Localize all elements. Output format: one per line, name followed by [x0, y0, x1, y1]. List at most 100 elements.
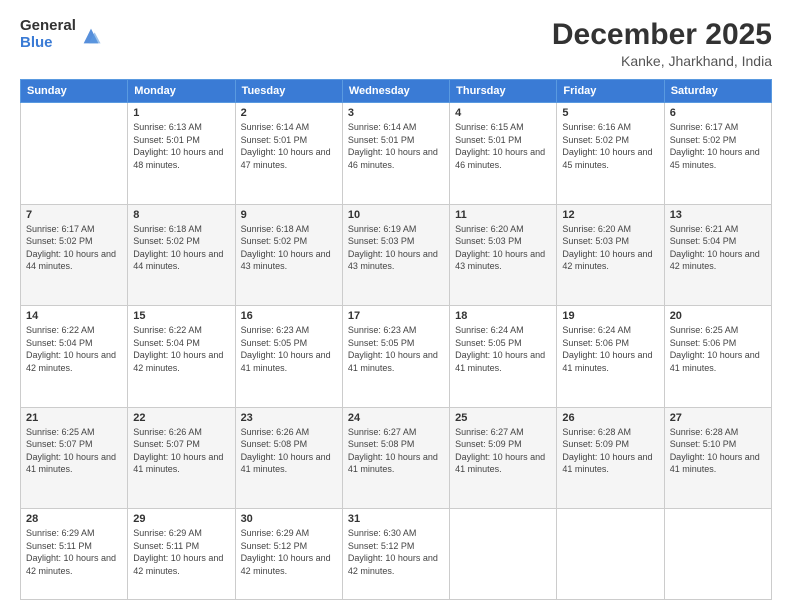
table-row: 21 Sunrise: 6:25 AMSunset: 5:07 PMDaylig… [21, 407, 128, 509]
day-number: 22 [133, 412, 229, 424]
day-info: Sunrise: 6:19 AMSunset: 5:03 PMDaylight:… [348, 223, 444, 273]
day-info: Sunrise: 6:29 AMSunset: 5:12 PMDaylight:… [241, 527, 337, 577]
day-number: 17 [348, 310, 444, 322]
day-info: Sunrise: 6:16 AMSunset: 5:02 PMDaylight:… [562, 121, 658, 171]
day-info: Sunrise: 6:23 AMSunset: 5:05 PMDaylight:… [348, 324, 444, 374]
table-row: 26 Sunrise: 6:28 AMSunset: 5:09 PMDaylig… [557, 407, 664, 509]
day-info: Sunrise: 6:18 AMSunset: 5:02 PMDaylight:… [133, 223, 229, 273]
day-number: 31 [348, 513, 444, 525]
header-row: Sunday Monday Tuesday Wednesday Thursday… [21, 80, 772, 103]
day-number: 1 [133, 107, 229, 119]
day-number: 20 [670, 310, 766, 322]
table-row: 17 Sunrise: 6:23 AMSunset: 5:05 PMDaylig… [342, 306, 449, 408]
day-info: Sunrise: 6:29 AMSunset: 5:11 PMDaylight:… [26, 527, 122, 577]
table-row: 27 Sunrise: 6:28 AMSunset: 5:10 PMDaylig… [664, 407, 771, 509]
table-row: 24 Sunrise: 6:27 AMSunset: 5:08 PMDaylig… [342, 407, 449, 509]
day-number: 16 [241, 310, 337, 322]
table-row [664, 509, 771, 600]
day-info: Sunrise: 6:24 AMSunset: 5:05 PMDaylight:… [455, 324, 551, 374]
day-number: 21 [26, 412, 122, 424]
table-row: 5 Sunrise: 6:16 AMSunset: 5:02 PMDayligh… [557, 103, 664, 205]
day-info: Sunrise: 6:22 AMSunset: 5:04 PMDaylight:… [133, 324, 229, 374]
day-number: 6 [670, 107, 766, 119]
day-info: Sunrise: 6:26 AMSunset: 5:07 PMDaylight:… [133, 426, 229, 476]
logo-general: General [20, 18, 76, 35]
day-info: Sunrise: 6:30 AMSunset: 5:12 PMDaylight:… [348, 527, 444, 577]
table-row: 28 Sunrise: 6:29 AMSunset: 5:11 PMDaylig… [21, 509, 128, 600]
day-number: 26 [562, 412, 658, 424]
day-info: Sunrise: 6:20 AMSunset: 5:03 PMDaylight:… [562, 223, 658, 273]
day-number: 23 [241, 412, 337, 424]
table-row: 25 Sunrise: 6:27 AMSunset: 5:09 PMDaylig… [450, 407, 557, 509]
col-saturday: Saturday [664, 80, 771, 103]
day-number: 8 [133, 209, 229, 221]
day-info: Sunrise: 6:18 AMSunset: 5:02 PMDaylight:… [241, 223, 337, 273]
day-info: Sunrise: 6:14 AMSunset: 5:01 PMDaylight:… [348, 121, 444, 171]
table-row: 7 Sunrise: 6:17 AMSunset: 5:02 PMDayligh… [21, 204, 128, 306]
table-row: 15 Sunrise: 6:22 AMSunset: 5:04 PMDaylig… [128, 306, 235, 408]
col-monday: Monday [128, 80, 235, 103]
day-number: 18 [455, 310, 551, 322]
table-row: 23 Sunrise: 6:26 AMSunset: 5:08 PMDaylig… [235, 407, 342, 509]
day-info: Sunrise: 6:20 AMSunset: 5:03 PMDaylight:… [455, 223, 551, 273]
table-row: 22 Sunrise: 6:26 AMSunset: 5:07 PMDaylig… [128, 407, 235, 509]
col-thursday: Thursday [450, 80, 557, 103]
day-number: 30 [241, 513, 337, 525]
table-row [21, 103, 128, 205]
day-number: 12 [562, 209, 658, 221]
table-row: 8 Sunrise: 6:18 AMSunset: 5:02 PMDayligh… [128, 204, 235, 306]
day-info: Sunrise: 6:25 AMSunset: 5:07 PMDaylight:… [26, 426, 122, 476]
table-row: 6 Sunrise: 6:17 AMSunset: 5:02 PMDayligh… [664, 103, 771, 205]
table-row: 2 Sunrise: 6:14 AMSunset: 5:01 PMDayligh… [235, 103, 342, 205]
col-tuesday: Tuesday [235, 80, 342, 103]
day-info: Sunrise: 6:22 AMSunset: 5:04 PMDaylight:… [26, 324, 122, 374]
col-sunday: Sunday [21, 80, 128, 103]
calendar-week-row: 28 Sunrise: 6:29 AMSunset: 5:11 PMDaylig… [21, 509, 772, 600]
table-row: 13 Sunrise: 6:21 AMSunset: 5:04 PMDaylig… [664, 204, 771, 306]
table-row [557, 509, 664, 600]
table-row: 4 Sunrise: 6:15 AMSunset: 5:01 PMDayligh… [450, 103, 557, 205]
day-number: 11 [455, 209, 551, 221]
day-number: 14 [26, 310, 122, 322]
day-info: Sunrise: 6:15 AMSunset: 5:01 PMDaylight:… [455, 121, 551, 171]
table-row: 30 Sunrise: 6:29 AMSunset: 5:12 PMDaylig… [235, 509, 342, 600]
day-info: Sunrise: 6:14 AMSunset: 5:01 PMDaylight:… [241, 121, 337, 171]
table-row: 16 Sunrise: 6:23 AMSunset: 5:05 PMDaylig… [235, 306, 342, 408]
logo-text: General Blue [20, 18, 76, 51]
day-info: Sunrise: 6:13 AMSunset: 5:01 PMDaylight:… [133, 121, 229, 171]
day-number: 15 [133, 310, 229, 322]
day-number: 29 [133, 513, 229, 525]
table-row: 10 Sunrise: 6:19 AMSunset: 5:03 PMDaylig… [342, 204, 449, 306]
day-number: 28 [26, 513, 122, 525]
day-number: 3 [348, 107, 444, 119]
day-info: Sunrise: 6:26 AMSunset: 5:08 PMDaylight:… [241, 426, 337, 476]
calendar-week-row: 14 Sunrise: 6:22 AMSunset: 5:04 PMDaylig… [21, 306, 772, 408]
day-number: 10 [348, 209, 444, 221]
day-info: Sunrise: 6:28 AMSunset: 5:09 PMDaylight:… [562, 426, 658, 476]
table-row: 11 Sunrise: 6:20 AMSunset: 5:03 PMDaylig… [450, 204, 557, 306]
table-row: 1 Sunrise: 6:13 AMSunset: 5:01 PMDayligh… [128, 103, 235, 205]
table-row: 3 Sunrise: 6:14 AMSunset: 5:01 PMDayligh… [342, 103, 449, 205]
day-number: 25 [455, 412, 551, 424]
table-row: 20 Sunrise: 6:25 AMSunset: 5:06 PMDaylig… [664, 306, 771, 408]
calendar-week-row: 21 Sunrise: 6:25 AMSunset: 5:07 PMDaylig… [21, 407, 772, 509]
calendar-week-row: 7 Sunrise: 6:17 AMSunset: 5:02 PMDayligh… [21, 204, 772, 306]
table-row: 31 Sunrise: 6:30 AMSunset: 5:12 PMDaylig… [342, 509, 449, 600]
day-number: 5 [562, 107, 658, 119]
title-block: December 2025 Kanke, Jharkhand, India [552, 18, 772, 69]
day-info: Sunrise: 6:24 AMSunset: 5:06 PMDaylight:… [562, 324, 658, 374]
table-row: 14 Sunrise: 6:22 AMSunset: 5:04 PMDaylig… [21, 306, 128, 408]
day-number: 7 [26, 209, 122, 221]
header: General Blue December 2025 Kanke, Jharkh… [20, 18, 772, 69]
day-info: Sunrise: 6:17 AMSunset: 5:02 PMDaylight:… [26, 223, 122, 273]
table-row [450, 509, 557, 600]
day-info: Sunrise: 6:28 AMSunset: 5:10 PMDaylight:… [670, 426, 766, 476]
day-info: Sunrise: 6:27 AMSunset: 5:08 PMDaylight:… [348, 426, 444, 476]
day-number: 24 [348, 412, 444, 424]
table-row: 18 Sunrise: 6:24 AMSunset: 5:05 PMDaylig… [450, 306, 557, 408]
logo-blue: Blue [20, 35, 76, 52]
location-title: Kanke, Jharkhand, India [552, 53, 772, 69]
col-wednesday: Wednesday [342, 80, 449, 103]
table-row: 9 Sunrise: 6:18 AMSunset: 5:02 PMDayligh… [235, 204, 342, 306]
page: General Blue December 2025 Kanke, Jharkh… [0, 0, 792, 612]
